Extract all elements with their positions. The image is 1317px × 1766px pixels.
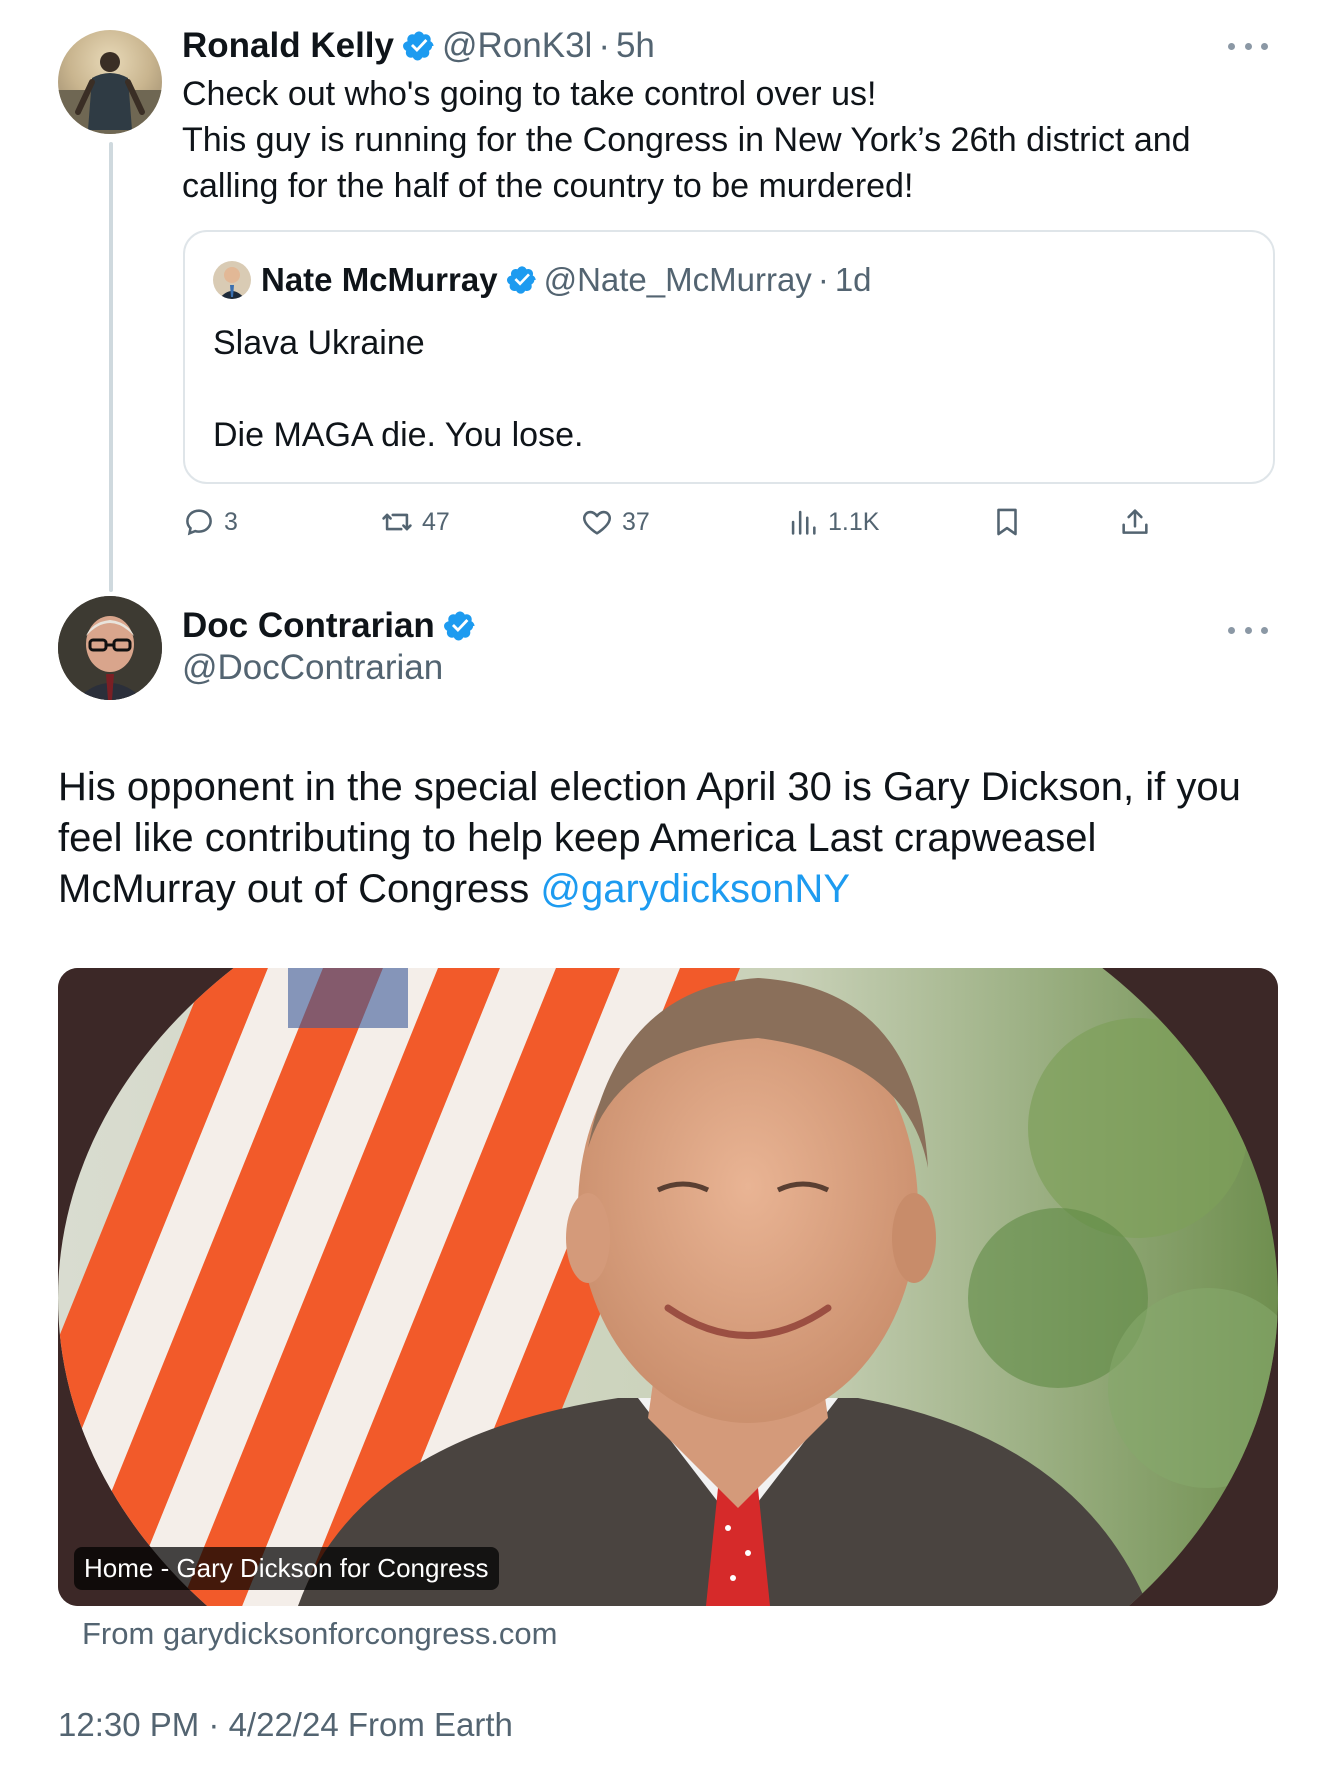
heart-icon [583,510,611,535]
quoted-author-handle[interactable]: @Nate_McMurray [544,261,812,299]
separator-dot: · [598,26,610,65]
quoted-tweet-time[interactable]: 1d [835,261,872,299]
separator-dot: · [817,261,829,298]
repost-button[interactable]: 47 [380,502,450,542]
quoted-tweet-card[interactable]: Nate McMurray @Nate_McMurray · 1d Slava … [183,230,1275,484]
link-card-source[interactable]: From garydicksonforcongress.com [82,1616,558,1652]
reply-button[interactable]: 3 [182,502,238,542]
link-card-image[interactable]: Home - Gary Dickson for Congress [58,968,1278,1606]
quoted-author-name[interactable]: Nate McMurray [261,261,498,299]
verified-badge-icon[interactable] [443,609,477,643]
share-button[interactable] [1118,502,1160,542]
avatar-nate-mcmurray[interactable] [213,261,251,299]
verified-badge-icon[interactable] [402,29,436,63]
gary-dickson-photo [58,968,1278,1606]
reply-text-line1: Check out who's going to take control ov… [182,75,877,113]
reply-tweet-header: Ronald Kelly @RonK3l · 5h [182,24,655,68]
main-tweet-text: His opponent in the special election Apr… [58,762,1278,915]
reply-count: 3 [224,507,238,536]
views-icon [791,510,816,535]
repost-icon [382,513,412,531]
reply-text-line2: This guy is running for the Congress in … [182,121,1191,205]
mention-link[interactable]: @garydicksonNY [540,867,850,911]
verified-badge-icon[interactable] [506,264,538,296]
like-count: 37 [622,507,650,536]
like-button[interactable]: 37 [580,502,650,542]
main-tweet-header: Doc Contrarian @DocContrarian [182,604,483,688]
avatar-ronald-kelly-image [58,52,162,134]
quoted-text-line1: Slava Ukraine [213,324,425,362]
reply-tweet-text: Check out who's going to take control ov… [182,71,1282,209]
link-card-title: Home - Gary Dickson for Congress [74,1547,499,1590]
author-handle[interactable]: @DocContrarian [182,648,483,688]
avatar-doc-contrarian[interactable] [58,596,162,700]
views-count: 1.1K [828,507,880,536]
more-dots-icon[interactable] [1228,40,1268,52]
avatar-ronald-kelly[interactable] [58,30,162,134]
views-button[interactable]: 1.1K [786,502,879,542]
author-name[interactable]: Ronald Kelly [182,26,394,66]
avatar-doc-contrarian-image [58,596,162,700]
reply-icon [186,509,212,536]
repost-count: 47 [422,507,450,536]
bookmark-button[interactable] [990,502,1032,542]
author-name[interactable]: Doc Contrarian [182,606,435,646]
bookmark-icon [997,508,1017,536]
share-icon [1122,509,1148,534]
avatar-nate-mcmurray-image [219,267,245,299]
author-handle[interactable]: @RonK3l [442,26,592,66]
tweet-time[interactable]: 5h [616,26,655,66]
tweet-timestamp[interactable]: 12:30 PM · 4/22/24 From Earth [58,1706,513,1744]
quoted-text-line2: Die MAGA die. You lose. [213,416,584,454]
more-dots-icon[interactable] [1228,624,1268,636]
thread-line [109,142,113,592]
quoted-tweet-header: Nate McMurray @Nate_McMurray · 1d [213,258,872,302]
